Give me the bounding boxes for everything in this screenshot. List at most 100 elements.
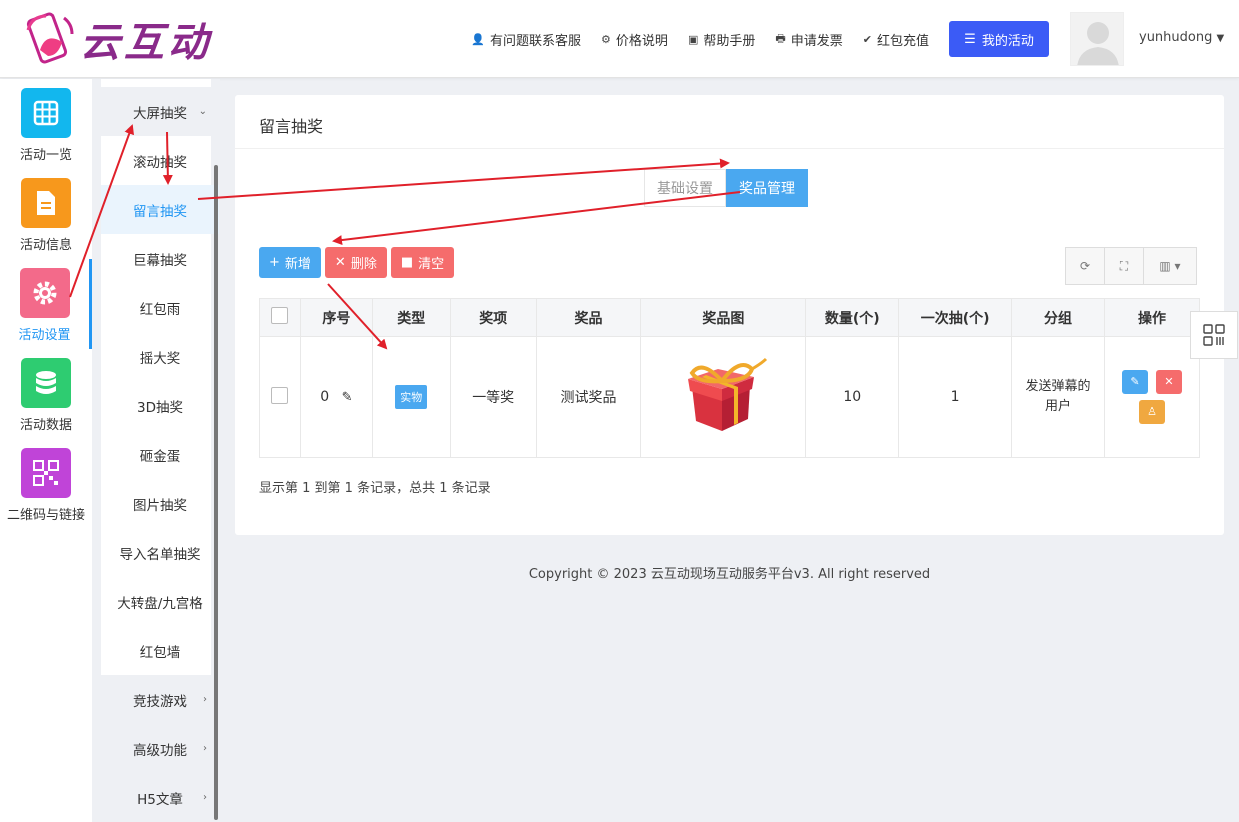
submenu-item-message-lottery[interactable]: 留言抽奖 [101, 185, 219, 234]
tab-prize-management[interactable]: 奖品管理 [726, 169, 808, 207]
document-icon [21, 178, 71, 228]
prize-cell: 测试奖品 [535, 336, 642, 458]
submenu-scrollbar[interactable] [214, 165, 218, 820]
divider [235, 148, 1224, 149]
submenu-item-3d-lottery[interactable]: 3D抽奖 [101, 381, 219, 430]
delete-row-button[interactable]: ✕ [1156, 370, 1183, 394]
type-badge: 实物 [395, 385, 428, 409]
link-redpacket-recharge[interactable]: ✔ 红包充值 [863, 30, 929, 49]
icon-rail: 活动一览 活动信息 活动设置 活动数据 二维码与链接 [0, 79, 92, 822]
clear-button[interactable]: ■ 清空 [390, 247, 455, 278]
column-header[interactable]: 序号 [299, 298, 373, 337]
list-icon: ☰ [964, 31, 976, 47]
trash-icon: ■ [400, 255, 414, 270]
row-checkbox[interactable] [271, 386, 289, 404]
avatar[interactable] [1070, 12, 1124, 66]
column-header[interactable]: 奖品 [535, 298, 642, 337]
table-header-row: 序号 类型 奖项 奖品 奖品图 数量(个) 一次抽(个) 分组 操作 [259, 298, 1200, 337]
submenu-group-competitive-games[interactable]: 竞技游戏 › [101, 675, 219, 724]
select-all-checkbox[interactable] [271, 307, 289, 324]
column-header[interactable]: 分组 [1011, 298, 1106, 337]
submenu-item-shake-prize[interactable]: 摇大奖 [101, 332, 219, 381]
select-all-cell [259, 298, 301, 337]
submenu-item-giant-screen-lottery[interactable]: 巨幕抽奖 [101, 234, 219, 283]
copyright: Copyright © 2023 云互动现场互动服务平台v3. All righ… [528, 567, 931, 582]
database-icon [21, 358, 71, 408]
gear-icon [19, 268, 70, 318]
content-card: 留言抽奖 基础设置 奖品管理 + 新增 ✕ 删除 ■ 清空 ⟳ ⛶ ▥ ▾ 序号 类型… [235, 95, 1224, 535]
submenu-group-advanced[interactable]: 高级功能 › [101, 724, 219, 773]
pencil-icon: ✎ [1130, 375, 1140, 388]
rail-item-qrcode-links[interactable]: 二维码与链接 [0, 439, 92, 529]
prize-image-cell [640, 336, 807, 458]
per-draw-cell: 1 [898, 336, 1013, 458]
column-header[interactable]: 类型 [371, 298, 451, 337]
tab-basic-settings[interactable]: 基础设置 [644, 169, 726, 207]
chevron-right-icon: › [203, 743, 207, 754]
gift-box-icon[interactable] [678, 355, 768, 435]
submenu-panel: 大屏抽奖 ⌄ 滚动抽奖 留言抽奖 巨幕抽奖 红包雨 摇大奖 3D抽奖 砸金蛋 图片… [101, 79, 219, 822]
columns-toggle-icon[interactable]: ▥ ▾ [1143, 247, 1197, 285]
grid-icon [21, 88, 71, 138]
index-cell: 0 ✎ [299, 336, 373, 458]
submenu-group-big-screen-lottery[interactable]: 大屏抽奖 ⌄ [101, 87, 219, 136]
rail-item-activity-settings[interactable]: 活动设置 [0, 259, 92, 349]
submenu-group-h5-article[interactable]: H5文章 › [101, 773, 219, 822]
column-header[interactable]: 一次抽(个) [898, 298, 1013, 337]
submenu-item-import-list-lottery[interactable]: 导入名单抽奖 [101, 528, 219, 577]
quantity-cell: 10 [805, 336, 900, 458]
submenu-item-red-packet-rain[interactable]: 红包雨 [101, 283, 219, 332]
edit-button[interactable]: ✎ [1122, 370, 1149, 394]
rail-item-activity-info[interactable]: 活动信息 [0, 169, 92, 259]
column-header[interactable]: 奖品图 [640, 298, 807, 337]
fullscreen-icon[interactable]: ⛶ [1104, 247, 1144, 285]
caret-down-icon: ▼ [1216, 33, 1225, 44]
submenu-item-scroll-lottery[interactable]: 滚动抽奖 [101, 136, 219, 185]
submenu-item-image-lottery[interactable]: 图片抽奖 [101, 479, 219, 528]
table-tools: ⟳ ⛶ ▥ ▾ [1065, 247, 1197, 285]
add-button[interactable]: + 新增 [259, 247, 321, 278]
user-plus-icon: 👤 [471, 33, 486, 46]
submenu-item-red-packet-wall[interactable]: 红包墙 [101, 626, 219, 675]
chevron-right-icon: › [203, 792, 207, 803]
my-activity-button[interactable]: ☰ 我的活动 [949, 21, 1049, 57]
brand-name: 云互动 [80, 20, 212, 66]
delete-button[interactable]: ✕ 删除 [324, 247, 387, 278]
refresh-icon[interactable]: ⟳ [1065, 247, 1105, 285]
phone-logo-icon [20, 10, 78, 68]
page-title: 留言抽奖 [259, 117, 324, 136]
group-cell: 发送弹幕的用户 [1011, 336, 1106, 458]
user-silhouette-icon [1077, 22, 1119, 65]
link-invoice[interactable]: 🖶 申请发票 [775, 30, 842, 49]
plus-icon: + [269, 255, 280, 270]
assign-user-button[interactable]: ♙ [1139, 400, 1166, 424]
pagination-info: 显示第 1 到第 1 条记录，总共 1 条记录 [259, 481, 491, 496]
link-help-manual[interactable]: ▣ 帮助手册 [688, 30, 755, 49]
column-header[interactable]: 数量(个) [805, 298, 900, 337]
close-icon: ✕ [1164, 375, 1174, 388]
submenu-item-wheel-grid[interactable]: 大转盘/九宫格 [101, 577, 219, 626]
floating-qrcode-button[interactable] [1190, 311, 1238, 359]
rail-item-activity-data[interactable]: 活动数据 [0, 349, 92, 439]
book-icon: ▣ [687, 33, 699, 46]
user-menu[interactable]: yunhudong ▼ [1139, 30, 1224, 45]
settings-tabs: 基础设置 奖品管理 [644, 169, 808, 207]
column-header[interactable]: 奖项 [449, 298, 537, 337]
link-contact-support[interactable]: 👤 有问题联系客服 [471, 30, 581, 49]
chevron-right-icon: › [203, 694, 207, 705]
pencil-icon[interactable]: ✎ [342, 390, 353, 405]
chevron-down-icon: ⌄ [198, 106, 207, 117]
gear-icon: ⚙ [601, 33, 611, 46]
link-pricing[interactable]: ⚙ 价格说明 [601, 30, 668, 49]
top-links: 👤 有问题联系客服 ⚙ 价格说明 ▣ 帮助手册 🖶 申请发票 ✔ 红包充值 [471, 30, 929, 49]
table-row: 0 ✎ 实物 一等奖 测试奖品 10 1 发送弹幕的用户 ✎ ✕ ♙ [259, 336, 1200, 458]
submenu-item-golden-egg[interactable]: 砸金蛋 [101, 430, 219, 479]
rail-item-activity-list[interactable]: 活动一览 [0, 79, 92, 169]
printer-icon: 🖶 [775, 32, 786, 45]
column-header[interactable]: 操作 [1104, 298, 1200, 337]
shield-check-icon: ✔ [862, 33, 872, 46]
type-cell: 实物 [371, 336, 451, 458]
table-toolbar: + 新增 ✕ 删除 ■ 清空 [259, 247, 455, 278]
top-header: 云互动 👤 有问题联系客服 ⚙ 价格说明 ▣ 帮助手册 🖶 申请发票 ✔ 红包充值 ☰ 我… [0, 0, 1239, 78]
brand-logo[interactable]: 云互动 [20, 10, 212, 68]
